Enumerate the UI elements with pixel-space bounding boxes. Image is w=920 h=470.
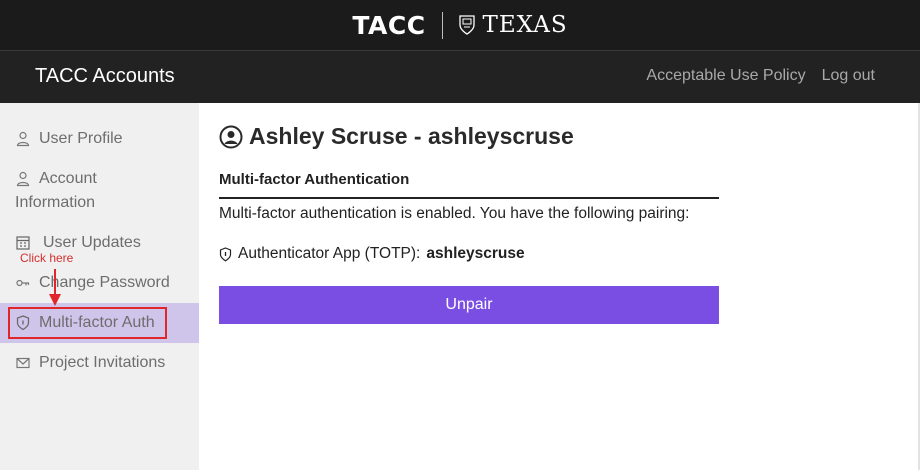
page-title: Ashley Scruse - ashleyscruse — [249, 123, 574, 149]
banner-logos: TACC TEXAS — [352, 11, 567, 40]
navbar: TACC Accounts Acceptable Use Policy Log … — [0, 51, 920, 103]
person-icon — [16, 171, 30, 187]
sidebar: User Profile Account Information User Up… — [0, 103, 199, 470]
brand-title[interactable]: TACC Accounts — [35, 65, 175, 88]
annotation-arrow-icon — [49, 269, 61, 306]
pairing-row: Authenticator App (TOTP): ashleyscruse — [219, 245, 525, 263]
sidebar-item-label: User Profile — [39, 130, 123, 147]
key-icon — [16, 279, 30, 287]
sidebar-item-user-profile[interactable]: User Profile — [0, 127, 199, 151]
acceptable-use-policy-link[interactable]: Acceptable Use Policy — [646, 67, 805, 85]
ut-seal-icon — [458, 15, 475, 35]
texas-logo-link[interactable]: TEXAS — [458, 12, 568, 38]
tacc-logo[interactable]: TACC — [352, 11, 425, 40]
texas-logo: TEXAS — [482, 12, 568, 38]
calendar-icon — [16, 236, 30, 250]
page-header: Ashley Scruse - ashleyscruse — [219, 123, 574, 150]
mfa-status-text: Multi-factor authentication is enabled. … — [219, 205, 690, 222]
click-here-annotation: Click here — [20, 251, 74, 265]
log-out-link[interactable]: Log out — [822, 67, 875, 85]
sidebar-item-change-password[interactable]: Change Password — [0, 271, 199, 295]
sidebar-item-label: Account — [39, 170, 97, 187]
nav-links: Acceptable Use Policy Log out — [646, 67, 875, 85]
unpair-button[interactable]: Unpair — [219, 286, 719, 324]
top-banner: TACC TEXAS — [0, 0, 920, 51]
person-icon — [16, 131, 30, 147]
envelope-icon — [16, 357, 30, 369]
logo-divider — [441, 11, 443, 39]
sidebar-item-account-information[interactable]: Account Information — [0, 167, 199, 215]
user-circle-icon — [219, 125, 243, 148]
sidebar-item-label: Project Invitations — [39, 354, 166, 371]
pairing-value: ashleyscruse — [426, 245, 525, 262]
shield-icon — [219, 246, 232, 261]
sidebar-item-project-invitations[interactable]: Project Invitations — [0, 351, 199, 375]
annotation-highlight-box — [8, 307, 167, 339]
main-content: Ashley Scruse - ashleyscruse Multi-facto… — [199, 103, 920, 470]
sidebar-item-label-line2: Information — [15, 194, 96, 211]
section-title: Multi-factor Authentication — [219, 171, 719, 199]
pairing-label: Authenticator App (TOTP): — [238, 245, 421, 262]
